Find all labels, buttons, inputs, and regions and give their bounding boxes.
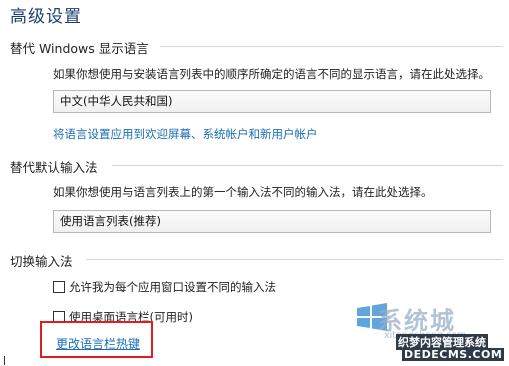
page-title: 高级设置 xyxy=(10,7,82,27)
display-language-dropdown[interactable]: 中文(中华人民共和国) xyxy=(53,90,491,113)
switch-input-heading: 切换输入法 xyxy=(10,254,73,269)
per-app-input-checkbox[interactable] xyxy=(53,281,65,293)
section-divider xyxy=(112,165,503,166)
per-app-input-option[interactable]: 允许我为每个应用窗口设置不同的输入法 xyxy=(53,279,276,295)
section-divider xyxy=(86,259,503,260)
input-method-heading: 替代默认输入法 xyxy=(10,160,98,175)
apply-language-settings-link[interactable]: 将语言设置应用到欢迎屏幕、系统帐户和新用户帐户 xyxy=(53,126,318,142)
section-divider xyxy=(160,46,503,47)
display-language-heading: 替代 Windows 显示语言 xyxy=(10,41,149,56)
per-app-input-label: 允许我为每个应用窗口设置不同的输入法 xyxy=(69,280,276,294)
text-cursor xyxy=(4,356,5,365)
display-language-description: 如果你想使用与安装语言列表中的顺序所确定的语言不同的显示语言，请在此处选择。 xyxy=(53,67,490,81)
input-method-dropdown[interactable]: 使用语言列表(推荐) xyxy=(53,210,491,233)
change-language-bar-hotkeys-link[interactable]: 更改语言栏热键 xyxy=(56,335,140,352)
input-method-description: 如果你想使用与语言列表上的第一个输入法不同的输入法，请在此处选择。 xyxy=(53,185,433,199)
watermark-line2: DEDECMS.COM xyxy=(402,348,505,361)
